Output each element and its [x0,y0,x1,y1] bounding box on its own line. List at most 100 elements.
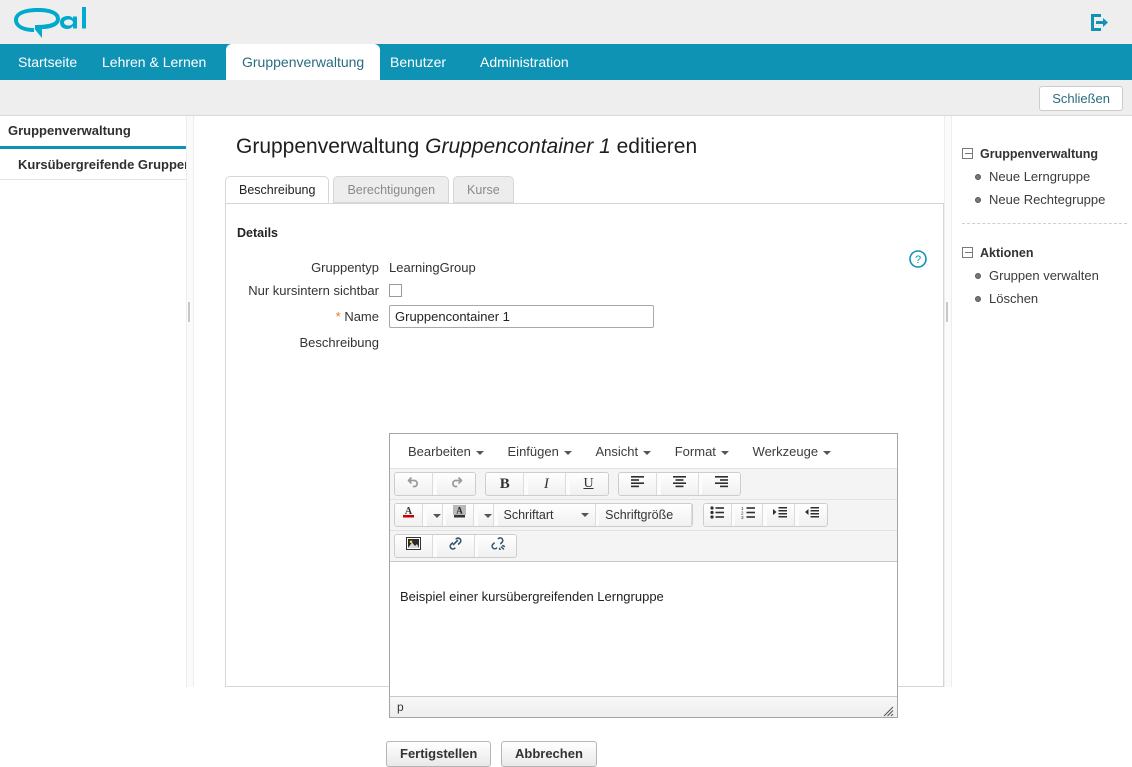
sidebar-item-kursuebergreifende-gruppen[interactable]: Kursübergreifende Gruppen [0,149,186,180]
collapse-minus-icon[interactable] [962,148,973,159]
redo-icon[interactable] [437,473,475,495]
right-link-neue-lerngruppe[interactable]: Neue Lerngruppe [962,165,1132,188]
background-color-icon[interactable]: A [446,504,474,526]
right-block-title-gruppenverwaltung[interactable]: Gruppenverwaltung [962,143,1132,165]
page-title: Gruppenverwaltung Gruppencontainer 1 edi… [236,135,697,159]
right-link-loeschen[interactable]: Löschen [962,287,1132,310]
page-title-prefix: Gruppenverwaltung [236,135,425,158]
tab-beschreibung[interactable]: Beschreibung [225,176,329,203]
editor-menu-einfuegen[interactable]: Einfügen [498,434,582,469]
nav-item-gruppenverwaltung[interactable]: Gruppenverwaltung [226,44,380,80]
splitter-grip-icon [946,302,952,314]
bullet-icon [975,296,981,302]
rich-text-editor: Bearbeiten Einfügen Ansicht Format Werkz… [389,433,898,718]
right-link-label: Gruppen verwalten [989,268,1099,283]
collapse-minus-icon[interactable] [962,247,973,258]
kursintern-sichtbar-label: Nur kursintern sichtbar [226,283,379,298]
main-navigation: Startseite Lehren & Lernen Gruppenverwal… [0,44,1132,80]
text-color-icon[interactable]: A [395,504,423,526]
nav-item-startseite[interactable]: Startseite [6,44,89,80]
help-icon[interactable]: ? [909,250,927,268]
tab-berechtigungen[interactable]: Berechtigungen [333,176,449,203]
indent-icon[interactable] [767,504,795,526]
right-splitter[interactable] [944,116,952,687]
right-link-neue-rechtegruppe[interactable]: Neue Rechtegruppe [962,188,1132,211]
alignment-button-group [618,472,741,496]
left-sidebar: Gruppenverwaltung Kursübergreifende Grup… [0,116,186,687]
right-block-title-aktionen[interactable]: Aktionen [962,242,1132,264]
insert-group [394,534,517,558]
background-color-chevron-down-icon[interactable] [478,504,494,526]
svg-text:3: 3 [741,515,744,519]
required-marker: * [336,309,341,324]
chevron-down-icon [581,513,589,517]
italic-icon[interactable]: I [528,473,566,495]
font-size-select[interactable]: Schriftgröße [599,504,692,526]
bullet-list-icon[interactable] [704,504,732,526]
gruppentyp-label: Gruppentyp [237,260,379,275]
sidebar-divider [962,223,1127,224]
editor-menu-format[interactable]: Format [665,434,739,469]
editor-content-area[interactable]: Beispiel einer kursübergreifenden Lerngr… [390,580,897,695]
submit-button[interactable]: Fertigstellen [386,741,491,767]
numbered-list-icon[interactable]: 123 [735,504,763,526]
editor-resize-handle[interactable] [883,703,894,714]
editor-toolbar-row-1: B I U [390,469,897,500]
text-style-button-group: B I U [485,472,608,496]
bullet-icon [975,273,981,279]
color-and-font-group: A A Schriftart Schriftgröße [394,503,693,527]
outdent-icon[interactable] [799,504,827,526]
text-color-chevron-down-icon[interactable] [427,504,443,526]
unlink-icon[interactable] [478,535,516,557]
align-left-icon[interactable] [619,473,657,495]
tab-panel-beschreibung: Details ? Gruppentyp LearningGroup Nur k… [225,204,944,687]
undo-icon[interactable] [395,473,433,495]
left-splitter[interactable] [186,116,194,687]
nav-item-administration[interactable]: Administration [468,44,581,80]
editor-menu-werkzeuge-label: Werkzeuge [753,444,819,459]
right-link-label: Neue Rechtegruppe [989,192,1105,207]
editor-toolbar-row-3 [390,531,897,562]
chevron-down-icon [643,451,651,455]
main-content: Gruppenverwaltung Gruppencontainer 1 edi… [195,116,944,687]
editor-menu-ansicht[interactable]: Ansicht [585,434,661,469]
name-input[interactable] [389,305,654,328]
editor-content-text: Beispiel einer kursübergreifenden Lerngr… [400,589,664,604]
bullet-icon [975,174,981,180]
right-link-label: Neue Lerngruppe [989,169,1090,184]
underline-icon[interactable]: U [570,473,608,495]
close-button[interactable]: Schließen [1039,86,1123,111]
chevron-down-icon [476,451,484,455]
insert-link-icon[interactable] [437,535,475,557]
kursintern-sichtbar-checkbox[interactable] [389,284,402,297]
svg-text:A: A [457,506,464,516]
right-link-label: Löschen [989,291,1038,306]
right-link-gruppen-verwalten[interactable]: Gruppen verwalten [962,264,1132,287]
font-family-select[interactable]: Schriftart [498,504,596,526]
right-sidebar: Gruppenverwaltung Neue Lerngruppe Neue R… [953,116,1132,687]
editor-menu-ansicht-label: Ansicht [595,444,638,459]
editor-menubar: Bearbeiten Einfügen Ansicht Format Werkz… [390,434,897,469]
page-title-emphasis: Gruppencontainer 1 [425,135,611,158]
cancel-button[interactable]: Abbrechen [501,741,597,767]
nav-item-benutzer[interactable]: Benutzer [378,44,458,80]
tab-bar: Beschreibung Berechtigungen Kurse [225,176,944,204]
name-label-text: Name [344,309,379,324]
insert-image-icon[interactable] [395,535,433,557]
details-heading: Details [237,226,278,240]
chevron-down-icon [721,451,729,455]
logout-icon[interactable] [1088,11,1110,33]
history-button-group [394,472,476,496]
nav-item-lehren-lernen[interactable]: Lehren & Lernen [90,44,218,80]
bullet-icon [975,197,981,203]
align-center-icon[interactable] [661,473,699,495]
tab-kurse[interactable]: Kurse [453,176,514,203]
editor-menu-bearbeiten[interactable]: Bearbeiten [398,434,494,469]
splitter-grip-icon [188,302,194,314]
page-title-suffix: editieren [611,135,697,158]
editor-statusbar: p [390,696,897,717]
editor-menu-werkzeuge[interactable]: Werkzeuge [743,434,842,469]
sidebar-item-gruppenverwaltung[interactable]: Gruppenverwaltung [0,116,186,149]
bold-icon[interactable]: B [486,473,524,495]
align-right-icon[interactable] [702,473,740,495]
